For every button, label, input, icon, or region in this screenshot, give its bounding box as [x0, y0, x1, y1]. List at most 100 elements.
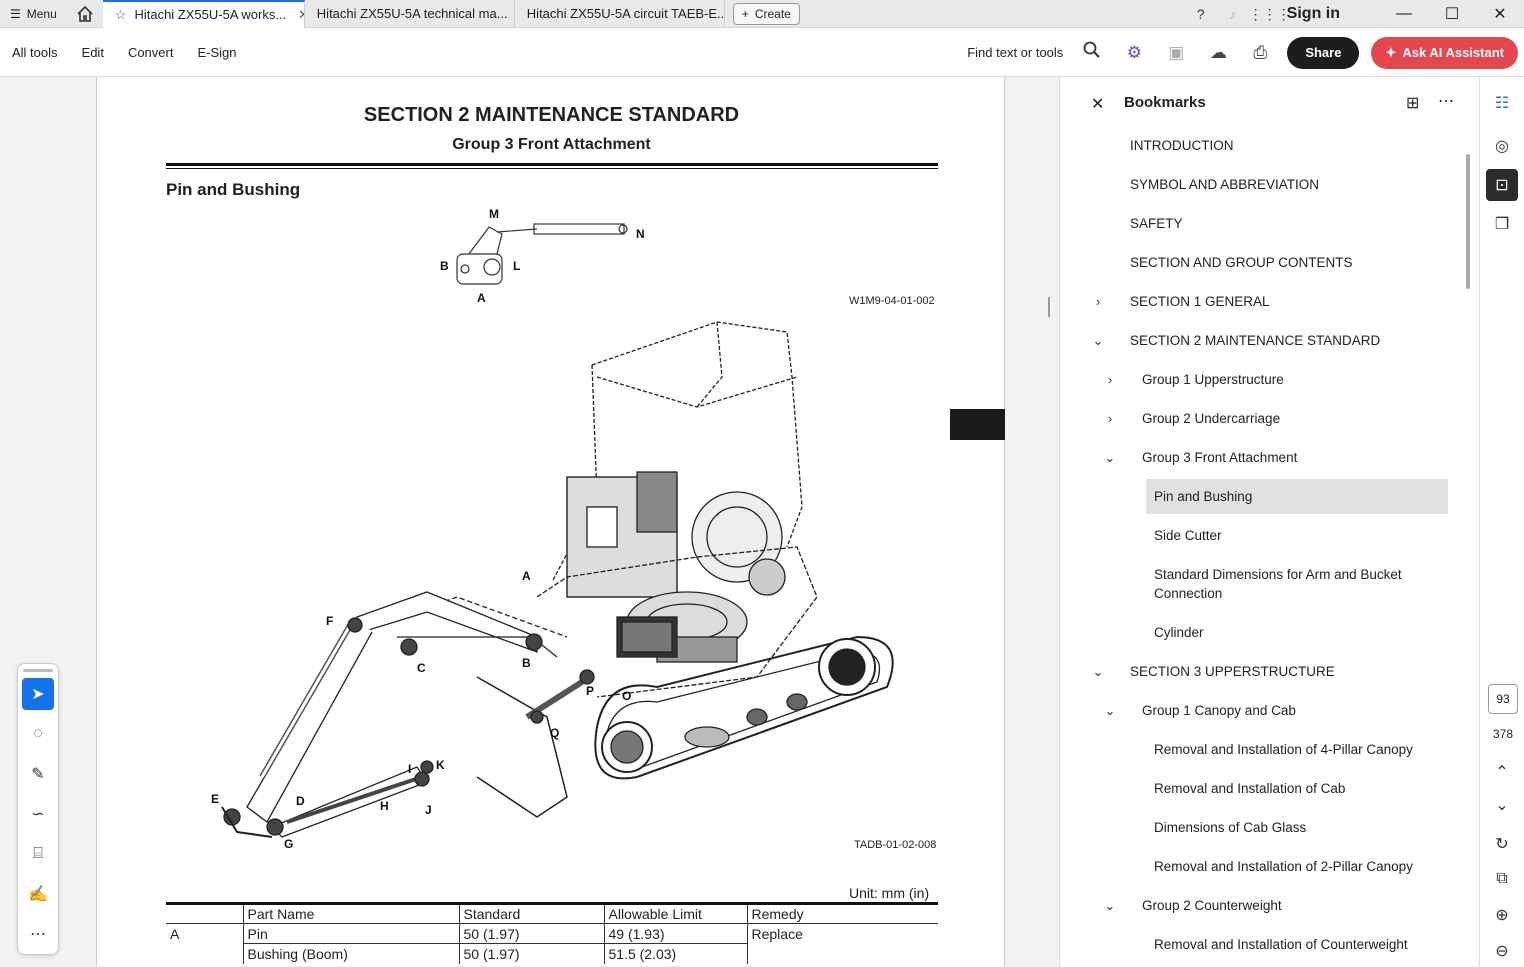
fill-sign-icon[interactable]: ✍ — [22, 878, 54, 910]
fit-page-icon[interactable]: ⧉ — [1486, 863, 1518, 895]
draw-freeform-icon[interactable]: ∽ — [22, 798, 54, 830]
table-header: Remedy — [747, 902, 938, 924]
window-close-icon[interactable]: ✕ — [1476, 4, 1524, 24]
table-cell: 50 (1.97) — [459, 923, 605, 944]
ai-tools-icon[interactable]: ⚙ — [1113, 43, 1155, 63]
chevron-down-icon[interactable]: ⌄ — [1102, 450, 1118, 466]
ask-ai-assistant-button[interactable]: ✦ Ask AI Assistant — [1371, 36, 1518, 69]
chevron-down-icon[interactable]: ⌄ — [1090, 333, 1106, 349]
current-page-field[interactable]: 93 — [1488, 684, 1518, 714]
zoom-in-icon[interactable]: ⊕ — [1486, 899, 1518, 931]
add-comment-icon[interactable]: ◌ — [22, 718, 54, 750]
save-icon[interactable]: ▣ — [1155, 43, 1197, 63]
menu-all-tools[interactable]: All tools — [0, 45, 70, 60]
bookmark-item[interactable]: ⌄ SECTION 3 UPPERSTRUCTURE — [1060, 652, 1480, 691]
find-text-button[interactable]: Find text or tools — [967, 45, 1063, 60]
highlight-pen-icon[interactable]: ✎ — [22, 758, 54, 790]
more-tools-icon[interactable]: ⋯ — [22, 918, 54, 950]
star-icon[interactable]: ☆ — [115, 7, 127, 23]
bookmark-item[interactable]: Cylinder — [1060, 613, 1480, 652]
bookmark-item[interactable]: Side Cutter — [1060, 516, 1480, 555]
bookmark-item[interactable]: Pin and Bushing — [1060, 477, 1480, 516]
plus-icon: + — [741, 6, 749, 21]
zoom-out-icon[interactable]: ⊖ — [1486, 935, 1518, 967]
menu-button[interactable]: ☰ Menu — [0, 0, 67, 28]
tab-circuit[interactable]: Hitachi ZX55U-5A circuit TAEB-E... — [515, 0, 725, 28]
upload-cloud-icon[interactable]: ☁ — [1197, 43, 1239, 63]
add-bookmark-icon[interactable]: ⊞ — [1406, 93, 1419, 113]
table-header: Allowable Limit — [604, 902, 748, 924]
menu-convert[interactable]: Convert — [116, 45, 186, 60]
bookmark-item[interactable]: › SECTION 1 GENERAL — [1060, 282, 1480, 321]
share-button[interactable]: Share — [1287, 36, 1360, 69]
next-page-icon[interactable]: ⌄ — [1486, 789, 1518, 821]
close-icon[interactable]: ✕ — [1091, 94, 1104, 114]
tab-bar: ☰ Menu ☆ Hitachi ZX55U-5A works... ✕ Hit… — [0, 0, 1524, 28]
comments-icon[interactable]: ◎ — [1486, 130, 1518, 162]
close-icon[interactable]: ✕ — [298, 7, 304, 23]
select-cursor-icon[interactable]: ➤ — [22, 678, 54, 710]
drag-handle[interactable] — [23, 669, 53, 672]
bookmark-item[interactable]: INTRODUCTION — [1060, 126, 1480, 165]
bookmark-item[interactable]: Removal and Installation of Cab — [1060, 769, 1480, 808]
bookmark-item[interactable]: Removal and Installation of Counterweigh… — [1060, 925, 1480, 964]
bookmark-item[interactable]: Dimensions of Cab Glass — [1060, 808, 1480, 847]
bell-icon[interactable]: ♪ — [1217, 6, 1249, 22]
figure-ref-1: W1M9-04-01-002 — [849, 295, 935, 307]
bookmark-item[interactable]: ⌄ Group 1 Canopy and Cab — [1060, 691, 1480, 730]
bookmark-item[interactable]: ⌄ SECTION 2 MAINTENANCE STANDARD — [1060, 321, 1480, 360]
document-page[interactable]: SECTION 2 MAINTENANCE STANDARD Group 3 F… — [96, 77, 1005, 966]
bookmark-label: SECTION 2 MAINTENANCE STANDARD — [1130, 333, 1381, 348]
rotate-icon[interactable]: ↻ — [1486, 828, 1518, 860]
table-cell: 50 (1.97) — [459, 943, 605, 964]
table-cell: Pin — [243, 923, 460, 944]
bookmark-item[interactable]: SECTION AND GROUP CONTENTS — [1060, 243, 1480, 282]
bookmark-item[interactable]: SAFETY — [1060, 204, 1480, 243]
chevron-right-icon[interactable]: › — [1102, 411, 1118, 426]
bookmark-item[interactable]: Removal and Installation of 4-Pillar Can… — [1060, 730, 1480, 769]
more-options-icon[interactable]: ⋯ — [1438, 91, 1454, 111]
chevron-down-icon[interactable]: ⌄ — [1090, 664, 1106, 680]
text-select-icon[interactable]: ⌸ — [22, 838, 54, 870]
tab-technical-manual[interactable]: Hitachi ZX55U-5A technical ma... — [305, 0, 515, 28]
table-cell: 49 (1.93) — [604, 923, 748, 944]
menu-esign[interactable]: E-Sign — [185, 45, 248, 60]
pages-icon[interactable]: ❐ — [1486, 208, 1518, 240]
apps-grid-icon[interactable]: ⋮⋮⋮ — [1249, 6, 1291, 23]
bookmark-item[interactable]: Standard Dimensions for Arm and Bucket C… — [1060, 555, 1480, 613]
maximize-icon[interactable]: ☐ — [1428, 4, 1476, 24]
tab-workshop-manual[interactable]: ☆ Hitachi ZX55U-5A works... ✕ — [102, 0, 305, 28]
ai-summary-icon[interactable]: ☷ — [1486, 87, 1518, 119]
resize-handle[interactable] — [1048, 297, 1050, 317]
bookmark-label: Pin and Bushing — [1146, 479, 1448, 514]
bookmark-item[interactable]: Removal and Installation of 2-Pillar Can… — [1060, 847, 1480, 886]
ai-label: Ask AI Assistant — [1402, 45, 1504, 60]
table-cell: 51.5 (2.03) — [604, 943, 748, 964]
print-icon[interactable]: ⎙ — [1239, 43, 1281, 63]
create-button[interactable]: + Create — [732, 2, 800, 25]
chevron-down-icon[interactable]: ⌄ — [1102, 898, 1118, 914]
table-row: Bushing (Boom) 50 (1.97) 51.5 (2.03) — [166, 943, 938, 964]
bookmark-item[interactable]: › Group 2 Undercarriage — [1060, 399, 1480, 438]
bookmarks-icon[interactable]: ⊡ — [1486, 169, 1518, 201]
bookmark-item[interactable]: ⌄ Group 3 Front Attachment — [1060, 438, 1480, 477]
bookmark-label: Side Cutter — [1154, 528, 1222, 543]
bookmark-item[interactable]: SYMBOL AND ABBREVIATION — [1060, 165, 1480, 204]
bookmark-label: SYMBOL AND ABBREVIATION — [1130, 177, 1320, 192]
minimize-icon[interactable]: — — [1380, 5, 1428, 23]
label-o: O — [622, 689, 631, 703]
chevron-right-icon[interactable]: › — [1102, 372, 1118, 387]
help-icon[interactable]: ? — [1185, 6, 1217, 22]
chevron-down-icon[interactable]: ⌄ — [1102, 703, 1118, 719]
chevron-right-icon[interactable]: › — [1090, 294, 1106, 309]
sign-in-button[interactable]: Sign in — [1287, 5, 1340, 23]
search-icon[interactable] — [1071, 41, 1113, 64]
home-icon[interactable] — [67, 0, 103, 28]
machine-drawing — [221, 321, 894, 838]
menu-edit[interactable]: Edit — [70, 45, 116, 60]
bookmark-item[interactable]: › Group 1 Upperstructure — [1060, 360, 1480, 399]
bookmark-item[interactable]: ⌄ Group 2 Counterweight — [1060, 886, 1480, 925]
previous-page-icon[interactable]: ⌃ — [1486, 756, 1518, 788]
label-g: G — [284, 837, 293, 851]
scrollbar[interactable] — [1466, 154, 1470, 289]
